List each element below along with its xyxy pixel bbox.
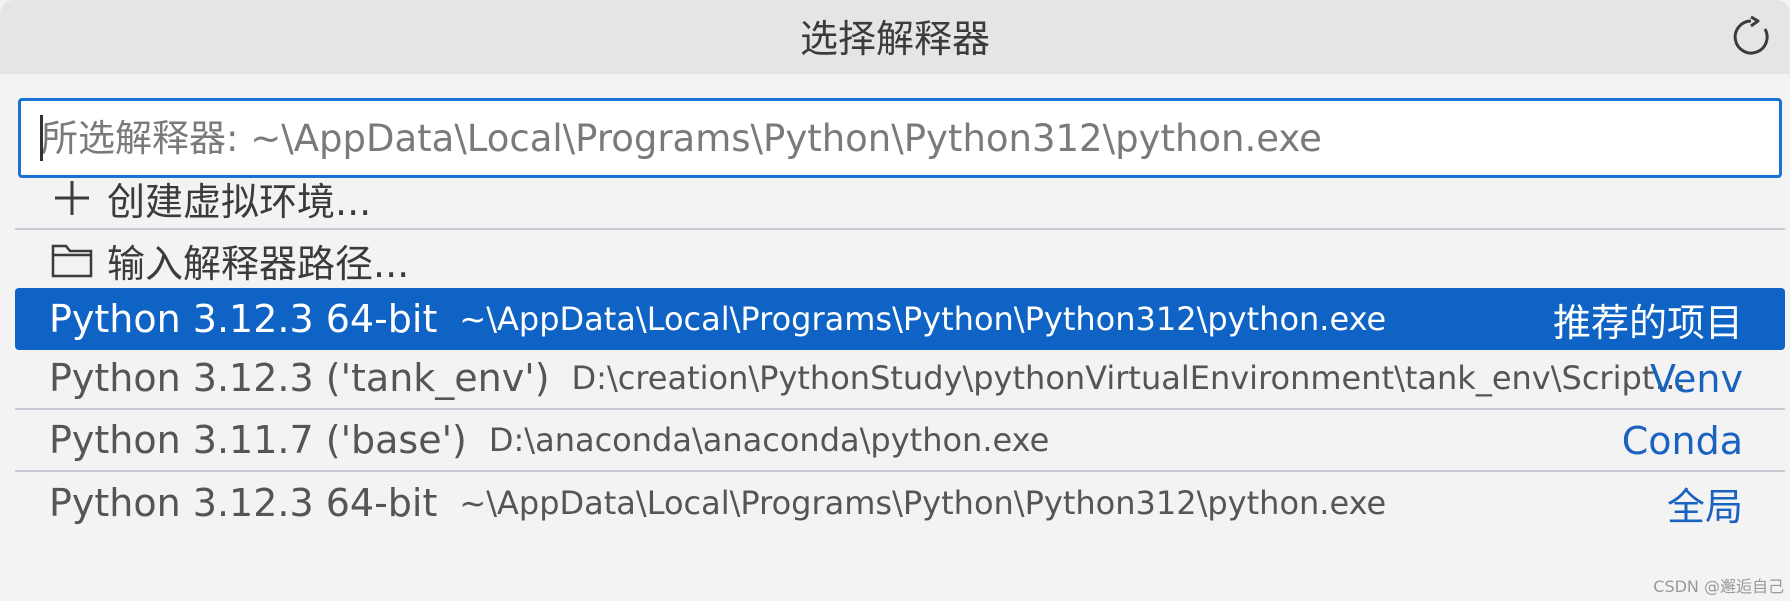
quick-pick-titlebar: 选择解释器	[0, 0, 1790, 74]
interpreter-path: D:\creation\PythonStudy\pythonVirtualEnv…	[571, 359, 1702, 397]
create-venv-label: 创建虚拟环境...	[107, 179, 372, 224]
interpreter-tag-venv: Venv	[1650, 357, 1743, 401]
interpreter-path: D:\anaconda\anaconda\python.exe	[488, 421, 1050, 459]
interpreter-option-tank-env[interactable]: Python 3.12.3 ('tank_env') D:\creation\P…	[15, 348, 1785, 410]
interpreter-tag-conda: Conda	[1621, 419, 1743, 463]
interpreter-search-input[interactable]	[21, 101, 1779, 175]
interpreter-tag-recommended: 推荐的项目	[1552, 300, 1743, 345]
dialog-title: 选择解释器	[799, 17, 990, 61]
interpreter-label: Python 3.12.3 64-bit	[49, 481, 438, 525]
interpreter-option-python312-recommended[interactable]: Python 3.12.3 64-bit ~\AppData\Local\Pro…	[15, 288, 1785, 350]
plus-icon	[47, 173, 97, 223]
text-caret	[40, 115, 43, 161]
interpreter-label: Python 3.12.3 ('tank_env')	[49, 356, 550, 400]
enter-interpreter-path-action[interactable]: 输入解释器路径...	[15, 230, 1785, 292]
interpreter-path: ~\AppData\Local\Programs\Python\Python31…	[459, 484, 1387, 522]
interpreter-path: ~\AppData\Local\Programs\Python\Python31…	[459, 300, 1387, 338]
interpreter-label: Python 3.11.7 ('base')	[49, 418, 467, 462]
interpreter-quick-pick: 选择解释器 创建虚拟环境... 输入解释器路径...	[0, 0, 1790, 601]
interpreter-option-python312-global[interactable]: Python 3.12.3 64-bit ~\AppData\Local\Pro…	[15, 472, 1785, 534]
interpreter-option-conda-base[interactable]: Python 3.11.7 ('base') D:\anaconda\anaco…	[15, 410, 1785, 472]
create-venv-action[interactable]: 创建虚拟环境...	[15, 168, 1785, 230]
interpreter-label: Python 3.12.3 64-bit	[49, 297, 438, 341]
interpreter-tag-global: 全局	[1666, 484, 1743, 529]
interpreter-search-field[interactable]	[18, 98, 1782, 178]
refresh-icon[interactable]	[1726, 12, 1776, 62]
watermark: CSDN @邂逅自己	[1653, 577, 1784, 596]
folder-icon	[47, 235, 97, 285]
enter-path-label: 输入解释器路径...	[107, 241, 410, 286]
